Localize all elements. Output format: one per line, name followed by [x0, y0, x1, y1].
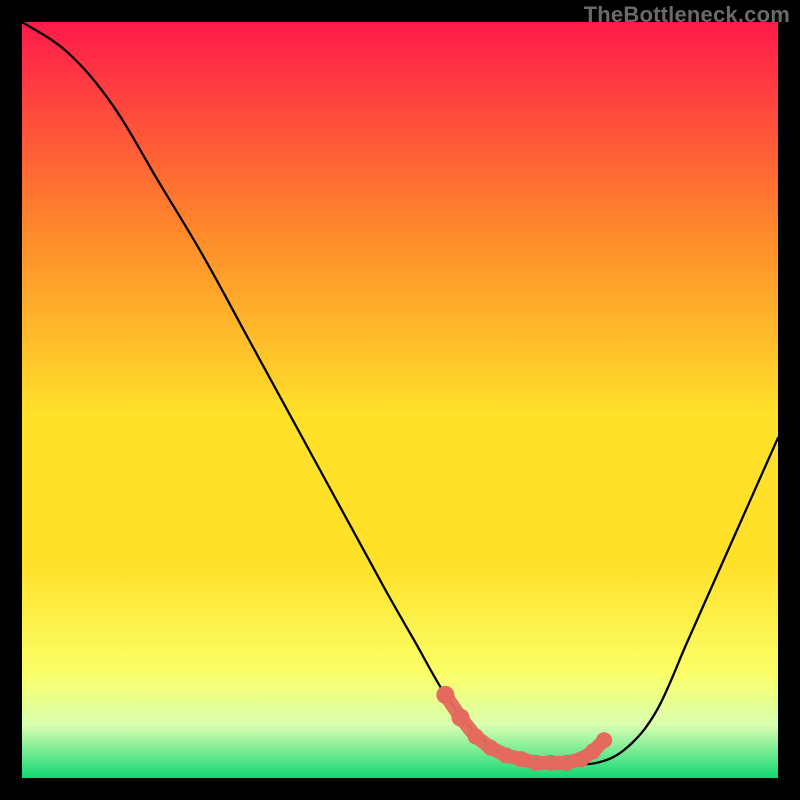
marker-dot	[468, 728, 484, 744]
heat-gradient-rect	[22, 22, 778, 778]
plot-area	[22, 22, 778, 778]
marker-dot	[596, 732, 612, 748]
marker-dot	[436, 686, 454, 704]
marker-dot	[558, 755, 574, 771]
marker-dot	[543, 755, 559, 771]
marker-dot	[483, 740, 499, 756]
marker-dot	[498, 747, 514, 763]
chart-svg	[22, 22, 778, 778]
marker-dot	[528, 755, 544, 771]
watermark-text: TheBottleneck.com	[584, 2, 790, 28]
marker-dot	[451, 709, 469, 727]
marker-dot	[513, 751, 529, 767]
marker-dot	[585, 744, 601, 760]
chart-stage: TheBottleneck.com	[0, 0, 800, 800]
